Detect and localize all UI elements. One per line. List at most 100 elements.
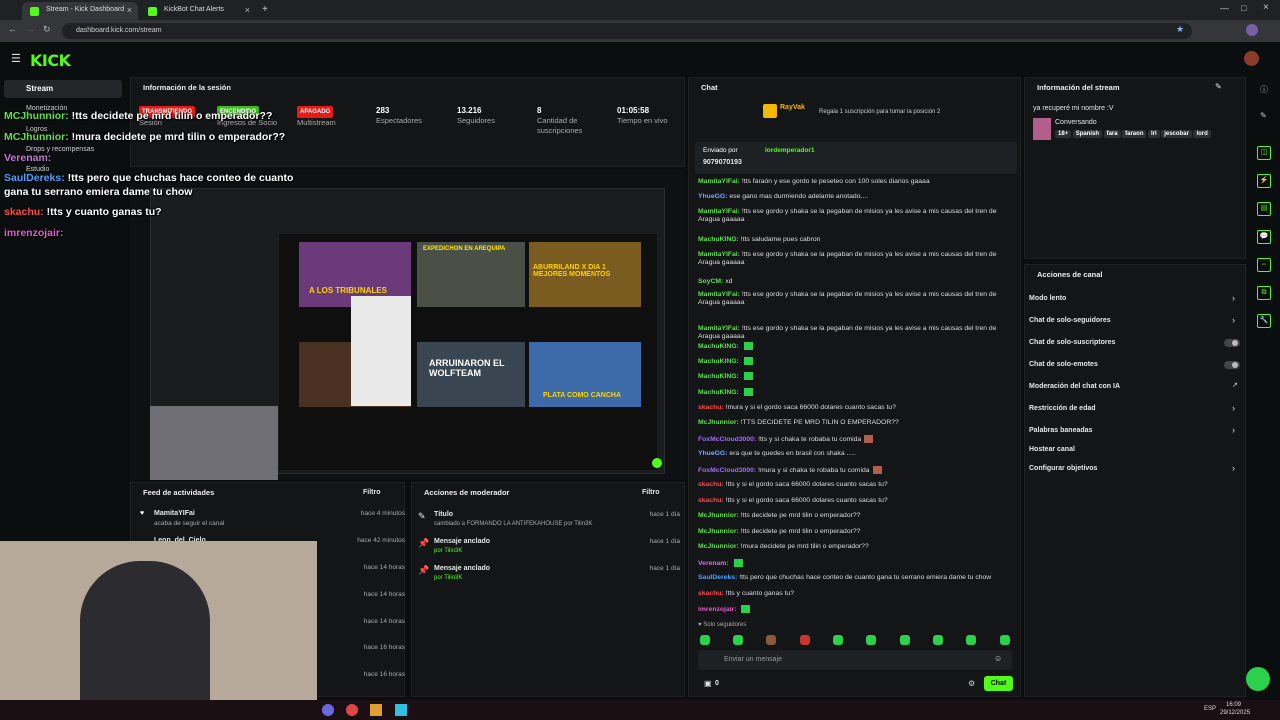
new-tab-icon[interactable]: + — [262, 4, 268, 15]
emote[interactable] — [866, 635, 876, 645]
chevron-right-icon[interactable]: › — [1232, 403, 1235, 413]
chat-username[interactable]: MamitaYIFai: — [698, 291, 740, 298]
taskbar-app-icon[interactable] — [346, 704, 358, 716]
chat-username[interactable]: MamitaYIFai: — [698, 178, 740, 185]
action-followers-only[interactable]: Chat de solo-seguidores — [1029, 317, 1111, 324]
emote[interactable] — [833, 635, 843, 645]
close-window-icon[interactable]: × — [1263, 2, 1269, 13]
rail-button[interactable]: 💬 — [1257, 230, 1271, 244]
chat-text: !tts ese gordo y shaka se la pegaban de … — [698, 291, 997, 306]
chat-username[interactable]: McJhunnior: — [698, 528, 739, 535]
tab-stream-dashboard[interactable]: Stream - Kick Dashboard × — [22, 2, 138, 20]
emote[interactable] — [1000, 635, 1010, 645]
kick-logo[interactable]: KICK — [30, 51, 71, 70]
tab-kickbot-alerts[interactable]: KickBot Chat Alerts × — [140, 2, 256, 20]
chat-username[interactable]: MachuKING: — [698, 358, 739, 365]
chat-username[interactable]: skachu: — [698, 497, 724, 504]
chat-username[interactable]: FoxMcCloud3000: — [698, 436, 756, 443]
chevron-right-icon[interactable]: › — [1232, 463, 1235, 473]
chat-username[interactable]: Verenam: — [698, 560, 729, 567]
taskbar-app-icon[interactable] — [395, 704, 407, 716]
pencil-icon[interactable]: ✎ — [1260, 111, 1267, 120]
chat-username[interactable]: YhueGG: — [698, 193, 727, 200]
chat-username[interactable]: MachuKING: — [698, 343, 739, 350]
chat-username[interactable]: MachuKING: — [698, 236, 739, 243]
chat-username[interactable]: SaulDereks: — [698, 574, 737, 581]
action-ai-moderation[interactable]: Moderación del chat con IA — [1029, 383, 1120, 390]
emote[interactable] — [700, 635, 710, 645]
chat-text: !tts y si el gordo saca 66000 dolares cu… — [725, 481, 888, 488]
emote[interactable] — [900, 635, 910, 645]
edit-icon[interactable]: ✎ — [1215, 82, 1222, 91]
chat-username[interactable]: YhueGG: — [698, 450, 727, 457]
subs-only-toggle[interactable] — [1224, 339, 1240, 347]
chat-username[interactable]: skachu: — [698, 590, 724, 597]
user-avatar[interactable] — [1244, 51, 1259, 66]
mod-filter-button[interactable]: Filtro — [642, 489, 660, 496]
maximize-icon[interactable]: □ — [1241, 3, 1246, 13]
action-host-channel[interactable]: Hostear canal — [1029, 446, 1075, 453]
chat-username[interactable]: MamitaYIFai: — [698, 251, 740, 258]
forward-icon[interactable]: → — [26, 24, 35, 34]
rail-button[interactable]: ▤ — [1257, 202, 1271, 216]
rail-button[interactable]: 🔧 — [1257, 314, 1271, 328]
action-goals[interactable]: Configurar objetivos — [1029, 465, 1097, 472]
chat-username[interactable]: SoyCM: — [698, 278, 723, 285]
menu-icon[interactable]: ☰ — [11, 52, 21, 65]
back-icon[interactable]: ← — [8, 24, 17, 34]
taskbar-app-icon[interactable] — [322, 704, 334, 716]
chat-username[interactable]: MamitaYIFai: — [698, 208, 740, 215]
chevron-right-icon[interactable]: › — [1232, 293, 1235, 303]
close-tab-icon[interactable]: × — [245, 5, 250, 15]
settings-gear-icon[interactable]: ⚙ — [968, 679, 975, 688]
bookmark-star-icon[interactable]: ★ — [1176, 24, 1184, 35]
action-age-restriction[interactable]: Restricción de edad — [1029, 405, 1096, 412]
action-slow-mode[interactable]: Modo lento — [1029, 295, 1066, 302]
close-tab-icon[interactable]: × — [127, 5, 132, 15]
emote[interactable] — [933, 635, 943, 645]
rail-button[interactable]: ⚡ — [1257, 174, 1271, 188]
chat-username[interactable]: imrenzojair: — [698, 606, 737, 613]
chevron-right-icon[interactable]: › — [1232, 425, 1235, 435]
emote[interactable] — [733, 635, 743, 645]
rail-button[interactable]: ◫ — [1257, 146, 1271, 160]
help-bubble-icon[interactable] — [1246, 667, 1270, 691]
send-chat-button[interactable]: Chat — [984, 676, 1013, 691]
pin-icon: 📌 — [418, 538, 430, 548]
minimize-icon[interactable]: — — [1220, 3, 1229, 13]
info-icon[interactable]: ⓘ — [1260, 84, 1268, 95]
calculator-widget — [351, 296, 411, 406]
feed-filter-button[interactable]: Filtro — [363, 489, 381, 496]
nav-item-stream[interactable]: Stream — [4, 80, 122, 98]
emoji-icon[interactable]: ☺ — [994, 654, 1002, 663]
chat-username[interactable]: MamitaYIFai: — [698, 325, 740, 332]
thumb-6: PLATA COMO CANCHA — [529, 342, 641, 407]
action-subs-only[interactable]: Chat de solo-suscriptores — [1029, 339, 1115, 346]
rail-button[interactable]: ⇔ — [1257, 258, 1271, 272]
chat-username[interactable]: skachu: — [698, 481, 724, 488]
emote[interactable] — [966, 635, 976, 645]
emotes-only-toggle[interactable] — [1224, 361, 1240, 369]
emote[interactable] — [766, 635, 776, 645]
chat-username[interactable]: McJhunnior: — [698, 419, 739, 426]
chat-input[interactable]: Enviar un mensaje ☺ — [698, 650, 1012, 670]
taskbar-app-icon[interactable] — [370, 704, 382, 716]
chat-username[interactable]: McJhunnior: — [698, 543, 739, 550]
url-input[interactable]: dashboard.kick.com/stream — [62, 23, 1192, 39]
chevron-right-icon[interactable]: › — [1232, 315, 1235, 325]
external-link-icon[interactable]: ↗ — [1232, 381, 1238, 389]
emote[interactable] — [800, 635, 810, 645]
chat-username[interactable]: FoxMcCloud3000: — [698, 467, 756, 474]
stream-preview[interactable]: A LOS TRIBUNALES EXPEDICHON EN AREQUIPA … — [130, 170, 685, 480]
profile-avatar[interactable] — [1246, 24, 1258, 36]
action-banned-words[interactable]: Palabras baneadas — [1029, 427, 1092, 434]
chat-username[interactable]: MachuKING: — [698, 389, 739, 396]
rail-button[interactable]: ⧉ — [1257, 286, 1271, 300]
chat-username[interactable]: skachu: — [698, 404, 724, 411]
title-icon: ✎ — [418, 511, 426, 521]
chat-username[interactable]: McJhunnior: — [698, 512, 739, 519]
action-emotes-only[interactable]: Chat de solo-emotes — [1029, 361, 1098, 368]
live-dot — [652, 458, 662, 468]
reload-icon[interactable]: ↻ — [43, 24, 51, 35]
chat-username[interactable]: MachuKING: — [698, 373, 739, 380]
